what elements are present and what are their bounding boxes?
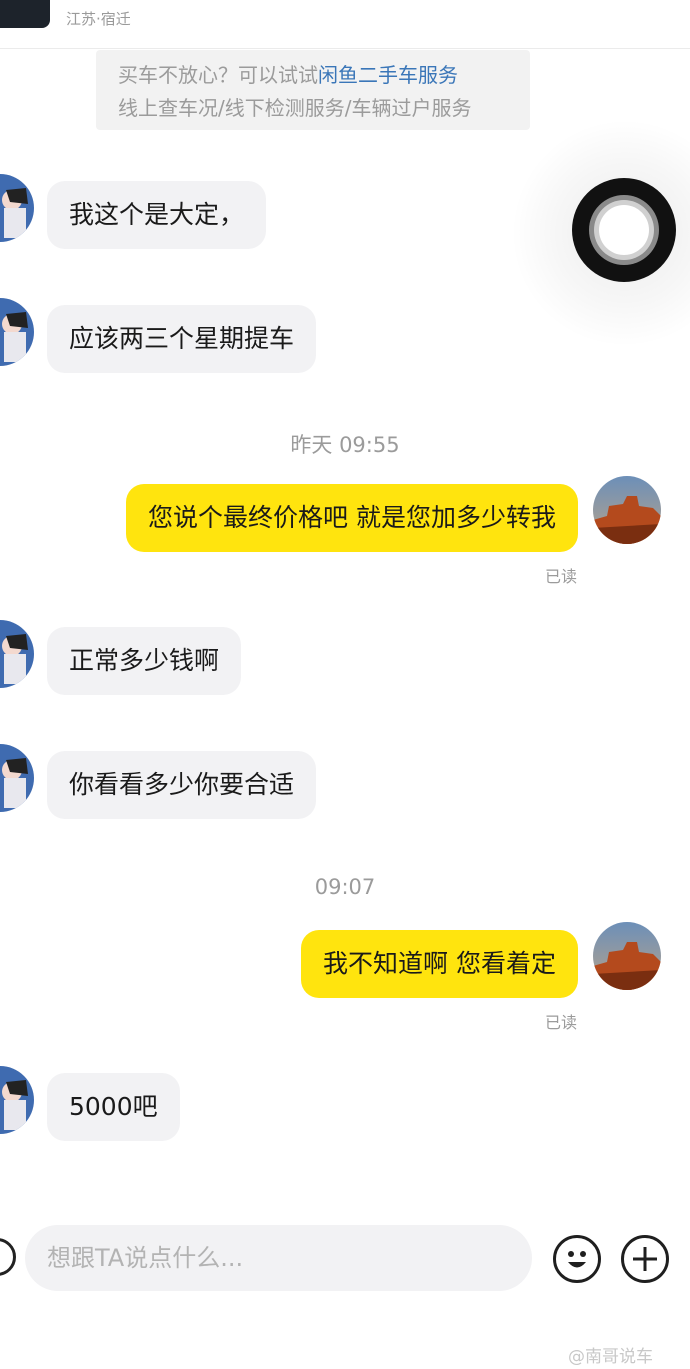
contact-avatar-image (0, 744, 34, 812)
notice-text: 买车不放心？可以试试 (118, 63, 318, 87)
message-timestamp: 09:07 (314, 875, 376, 899)
contact-avatar-image (0, 1066, 34, 1134)
chat-screen: 江苏·宿迁 买车不放心？可以试试闲鱼二手车服务 线上查车况/线下检测服务/车辆过… (0, 0, 690, 1369)
outgoing-message[interactable]: 您说个最终价格吧 就是您加多少转我 (126, 484, 578, 552)
plus-icon (633, 1247, 657, 1271)
contact-avatar-image (0, 620, 34, 688)
voice-icon[interactable] (0, 1238, 16, 1276)
header-divider (0, 48, 690, 49)
contact-avatar[interactable] (0, 174, 34, 242)
incoming-message[interactable]: 5000吧 (47, 1073, 180, 1141)
smile-face-icon (568, 1251, 586, 1268)
my-avatar-image (593, 922, 661, 990)
message-timestamp: 昨天 09:55 (290, 433, 400, 457)
assistive-touch-core (599, 205, 649, 255)
second-hand-car-service-link[interactable]: 闲鱼二手车服务 (318, 63, 458, 87)
item-thumbnail[interactable] (0, 0, 50, 28)
notice-line-1: 买车不放心？可以试试闲鱼二手车服务 (118, 59, 530, 92)
my-avatar-image (593, 476, 661, 544)
message-input[interactable] (25, 1225, 532, 1291)
my-avatar[interactable] (593, 922, 661, 990)
incoming-message[interactable]: 你看看多少你要合适 (47, 751, 317, 819)
contact-avatar[interactable] (0, 620, 34, 688)
read-status: 已读 (545, 1013, 578, 1032)
seller-location: 江苏·宿迁 (66, 10, 131, 28)
contact-avatar-image (0, 298, 34, 366)
contact-avatar[interactable] (0, 744, 34, 812)
read-status: 已读 (545, 567, 578, 586)
incoming-message[interactable]: 应该两三个星期提车 (47, 305, 317, 373)
contact-avatar[interactable] (0, 298, 34, 366)
my-avatar[interactable] (593, 476, 661, 544)
emoji-button[interactable] (553, 1235, 601, 1283)
more-button[interactable] (621, 1235, 669, 1283)
incoming-message[interactable]: 正常多少钱啊 (47, 627, 242, 695)
contact-avatar-image (0, 174, 34, 242)
service-notice: 买车不放心？可以试试闲鱼二手车服务 线上查车况/线下检测服务/车辆过户服务 (96, 50, 530, 130)
assistive-touch-icon[interactable] (572, 178, 676, 282)
incoming-message[interactable]: 我这个是大定， (47, 181, 267, 249)
contact-avatar[interactable] (0, 1066, 34, 1134)
outgoing-message[interactable]: 我不知道啊 您看着定 (301, 930, 578, 998)
notice-line-2: 线上查车况/线下检测服务/车辆过户服务 (118, 96, 472, 120)
watermark: @南哥说车 (568, 1347, 653, 1367)
